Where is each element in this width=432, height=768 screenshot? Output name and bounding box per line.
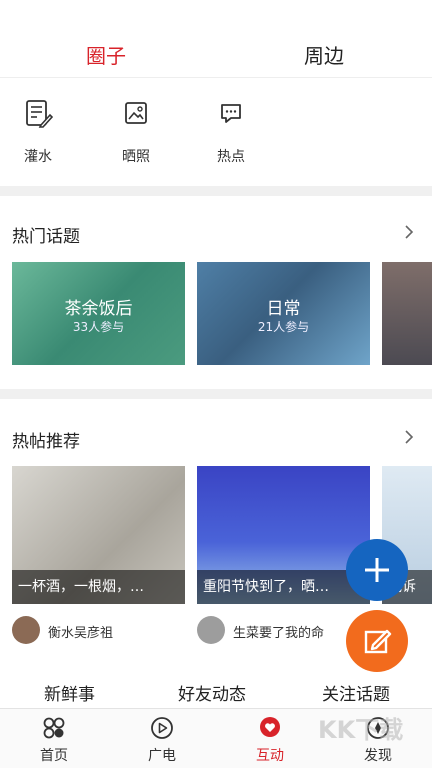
image-icon [125,102,147,124]
note-edit-icon [26,100,53,128]
play-circle-icon [151,717,173,739]
topic-count: 33人参与 [72,320,125,334]
nav-interact[interactable]: 互动 [240,715,300,765]
quick-action-hot[interactable]: 热点 [203,98,259,166]
topic-card[interactable]: 茶余饭后 33人参与 [12,262,185,365]
tab-circle[interactable]: 圈子 [86,40,126,69]
nav-broadcast[interactable]: 广电 [132,715,192,765]
hot-topics-title: 热门话题 [12,227,80,247]
tab-friends[interactable]: 好友动态 [178,680,246,705]
top-tab-bar: 圈子 周边 [0,0,432,78]
nav-label: 广电 [148,748,176,764]
hot-posts-title: 热帖推荐 [12,432,80,452]
post-caption: 重阳节快到了，晒… [197,570,370,604]
section-divider [0,389,432,399]
chevron-right-icon[interactable] [402,430,416,444]
author-name: 生菜要了我的命 [233,626,325,641]
topic-card[interactable]: 日常 21人参与 [197,262,370,365]
tab-fresh[interactable]: 新鲜事 [44,680,95,705]
feed-tab-bar: 新鲜事 好友动态 关注话题 [0,676,432,708]
quick-action-label: 晒照 [122,149,150,165]
nav-home[interactable]: 首页 [24,715,84,765]
topic-title: 茶余饭后 [64,299,133,319]
home-icon [43,717,65,739]
compose-button[interactable] [346,610,408,672]
quick-action-water[interactable]: 灌水 [10,98,66,166]
nav-label: 首页 [40,748,68,764]
topic-title: 日常 [266,299,301,319]
post-card[interactable]: 重阳节快到了，晒… [197,466,370,604]
author-name: 衡水吴彦祖 [48,626,114,641]
quick-actions: 灌水 晒照 热点 [0,78,432,186]
heart-bubble-icon [260,717,280,737]
avatar [12,616,40,644]
post-card[interactable]: 一杯酒，一根烟，… [12,466,185,604]
tab-following-topics[interactable]: 关注话题 [322,680,390,705]
quick-action-photo[interactable]: 晒照 [108,98,164,166]
topic-count: 21人参与 [257,320,310,334]
watermark: KK下载 [318,716,404,744]
section-divider [0,186,432,196]
post-caption: 一杯酒，一根烟，… [12,570,185,604]
chat-bubble-icon [221,104,241,123]
quick-action-label: 热点 [217,149,245,165]
nav-label: 互动 [256,748,284,764]
add-button[interactable] [346,539,408,601]
topic-card[interactable] [382,262,432,365]
tab-nearby[interactable]: 周边 [304,40,344,69]
nav-label: 发现 [364,748,392,764]
avatar [197,616,225,644]
plus-icon [365,558,389,582]
chevron-right-icon[interactable] [402,225,416,239]
quick-action-label: 灌水 [24,149,52,165]
edit-icon [364,629,392,654]
